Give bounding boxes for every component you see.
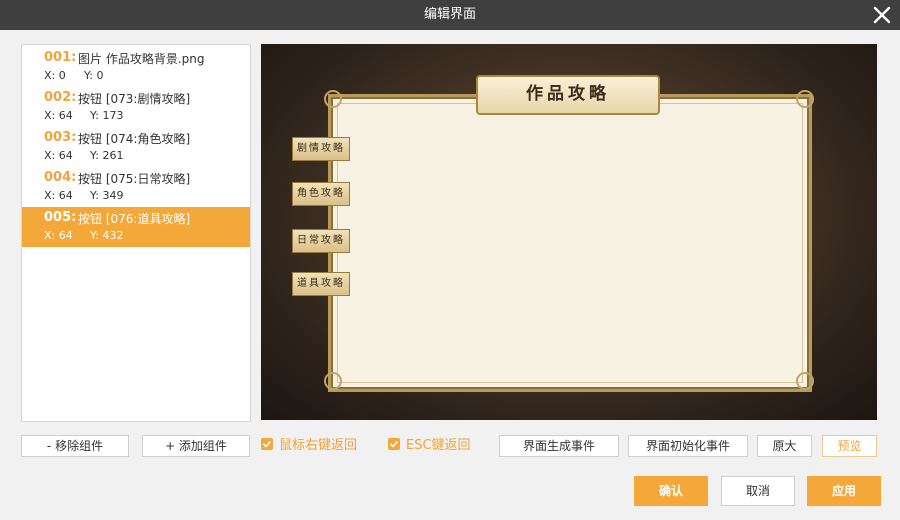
esc-back-checkbox[interactable]: ESC键返回 (388, 435, 471, 457)
item-x: X: 64 (44, 229, 73, 242)
preview-button[interactable]: 角色攻略 (292, 182, 350, 206)
item-x: X: 0 (44, 69, 66, 82)
item-y: Y: 349 (90, 189, 124, 202)
window-title: 编辑界面 (423, 7, 476, 22)
confirm-button[interactable]: 确认 (634, 476, 708, 506)
item-index: 003: (44, 130, 77, 145)
generate-event-button[interactable]: 界面生成事件 (499, 435, 619, 457)
preview-panel-title: 作品攻略 (476, 75, 660, 115)
item-name: 按钮 [073:剧情攻略] (78, 92, 191, 106)
list-item[interactable]: 002: 按钮 [073:剧情攻略] X: 64 Y: 173 (22, 87, 250, 127)
item-index: 005: (44, 210, 77, 225)
esc-back-label: ESC键返回 (406, 438, 471, 453)
preview-button[interactable]: 日常攻略 (292, 229, 350, 253)
ui-preview-canvas[interactable]: 作品攻略 剧情攻略 角色攻略 日常攻略 道具攻略 (261, 44, 877, 420)
original-size-button[interactable]: 原大 (757, 435, 812, 457)
right-click-back-label: 鼠标右键返回 (279, 438, 358, 453)
item-y: Y: 0 (84, 69, 104, 82)
init-event-button[interactable]: 界面初始化事件 (628, 435, 748, 457)
close-icon[interactable] (870, 3, 894, 27)
check-icon (388, 438, 400, 450)
remove-component-button[interactable]: - 移除组件 (21, 435, 129, 457)
item-x: X: 64 (44, 189, 73, 202)
item-y: Y: 173 (90, 109, 124, 122)
item-name: 图片 作品攻略背景.png (78, 52, 205, 66)
right-click-back-checkbox[interactable]: 鼠标右键返回 (261, 435, 357, 457)
preview-button[interactable]: 剧情攻略 (292, 137, 350, 161)
item-name: 按钮 [076:道具攻略] (78, 212, 191, 226)
item-y: Y: 261 (90, 149, 124, 162)
list-item[interactable]: 003: 按钮 [074:角色攻略] X: 64 Y: 261 (22, 127, 250, 167)
add-component-button[interactable]: + 添加组件 (142, 435, 250, 457)
component-list[interactable]: 001: 图片 作品攻略背景.png X: 0 Y: 0 002: 按钮 [07… (21, 44, 251, 422)
item-index: 001: (44, 50, 77, 65)
ornament-icon (324, 372, 342, 390)
ornament-icon (324, 90, 342, 108)
apply-button[interactable]: 应用 (807, 476, 881, 506)
ornament-icon (796, 90, 814, 108)
item-name: 按钮 [075:日常攻略] (78, 172, 191, 186)
check-icon (261, 438, 273, 450)
preview-panel (328, 94, 812, 392)
list-item[interactable]: 001: 图片 作品攻略背景.png X: 0 Y: 0 (22, 47, 250, 87)
preview-button[interactable]: 道具攻略 (292, 272, 350, 296)
title-bar: 编辑界面 (0, 0, 900, 30)
item-index: 002: (44, 90, 77, 105)
cancel-button[interactable]: 取消 (721, 476, 795, 506)
list-item[interactable]: 004: 按钮 [075:日常攻略] X: 64 Y: 349 (22, 167, 250, 207)
item-x: X: 64 (44, 149, 73, 162)
item-y: Y: 432 (90, 229, 124, 242)
item-x: X: 64 (44, 109, 73, 122)
ornament-icon (796, 372, 814, 390)
list-item-selected[interactable]: 005: 按钮 [076:道具攻略] X: 64 Y: 432 (22, 207, 250, 247)
item-name: 按钮 [074:角色攻略] (78, 132, 191, 146)
preview-button[interactable]: 预览 (822, 435, 877, 457)
item-index: 004: (44, 170, 77, 185)
